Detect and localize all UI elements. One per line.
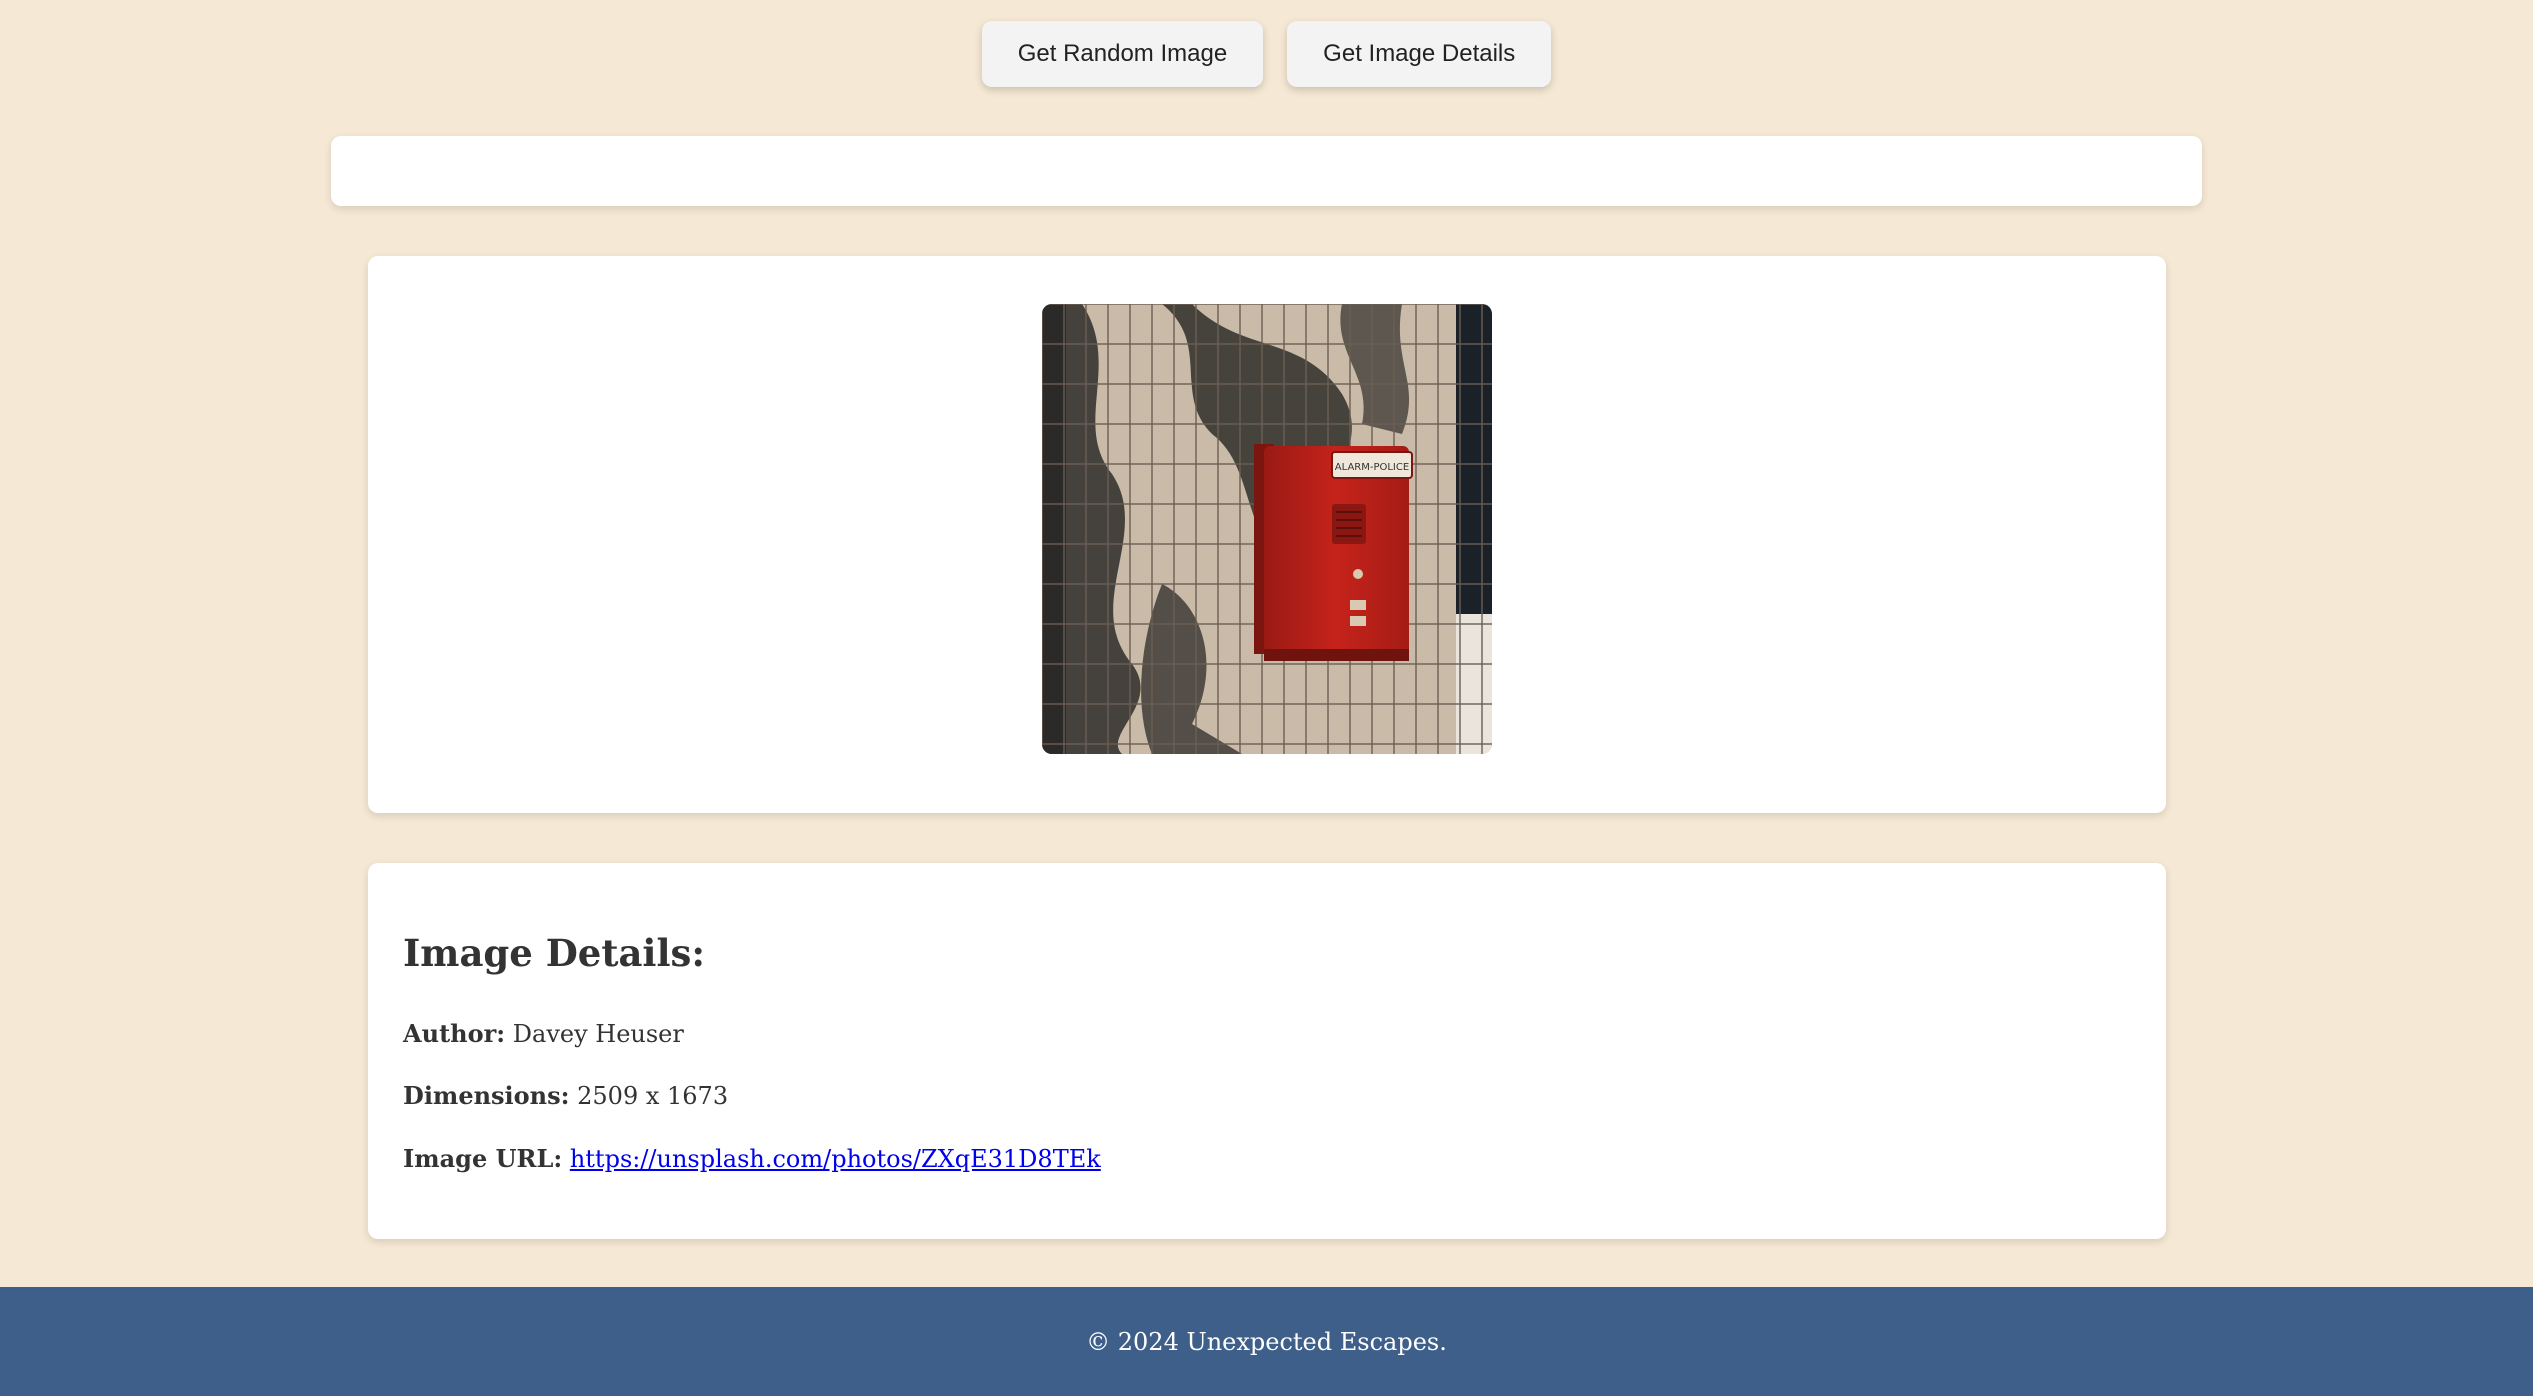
dimensions-label: Dimensions: bbox=[403, 1081, 570, 1110]
details-title: Image Details: bbox=[403, 931, 706, 975]
dimensions-value: 2509 x 1673 bbox=[577, 1082, 729, 1110]
status-panel bbox=[331, 136, 2202, 206]
image-url-label: Image URL: bbox=[403, 1144, 563, 1173]
image-details-card: Image Details: Author: Davey Heuser Dime… bbox=[368, 863, 2166, 1239]
author-value: Davey Heuser bbox=[512, 1020, 684, 1048]
author-label: Author: bbox=[403, 1019, 506, 1048]
svg-text:ALARM-POLICE: ALARM-POLICE bbox=[1335, 462, 1409, 473]
author-row: Author: Davey Heuser bbox=[403, 1019, 684, 1048]
get-image-details-button[interactable]: Get Image Details bbox=[1287, 21, 1552, 87]
image-url-row: Image URL: https://unsplash.com/photos/Z… bbox=[403, 1144, 1101, 1173]
footer: © 2024 Unexpected Escapes. bbox=[0, 1287, 2533, 1396]
image-url-link[interactable]: https://unsplash.com/photos/ZXqE31D8TEk bbox=[570, 1145, 1101, 1173]
dimensions-row: Dimensions: 2509 x 1673 bbox=[403, 1081, 728, 1110]
image-card: ALARM-POLICE bbox=[368, 256, 2166, 813]
photo-image: ALARM-POLICE bbox=[1042, 304, 1492, 754]
toolbar: Get Random Image Get Image Details bbox=[0, 21, 2533, 87]
get-random-image-button[interactable]: Get Random Image bbox=[981, 21, 1264, 87]
random-photo: ALARM-POLICE bbox=[1042, 304, 1492, 754]
footer-copyright: © 2024 Unexpected Escapes. bbox=[1086, 1327, 1447, 1356]
